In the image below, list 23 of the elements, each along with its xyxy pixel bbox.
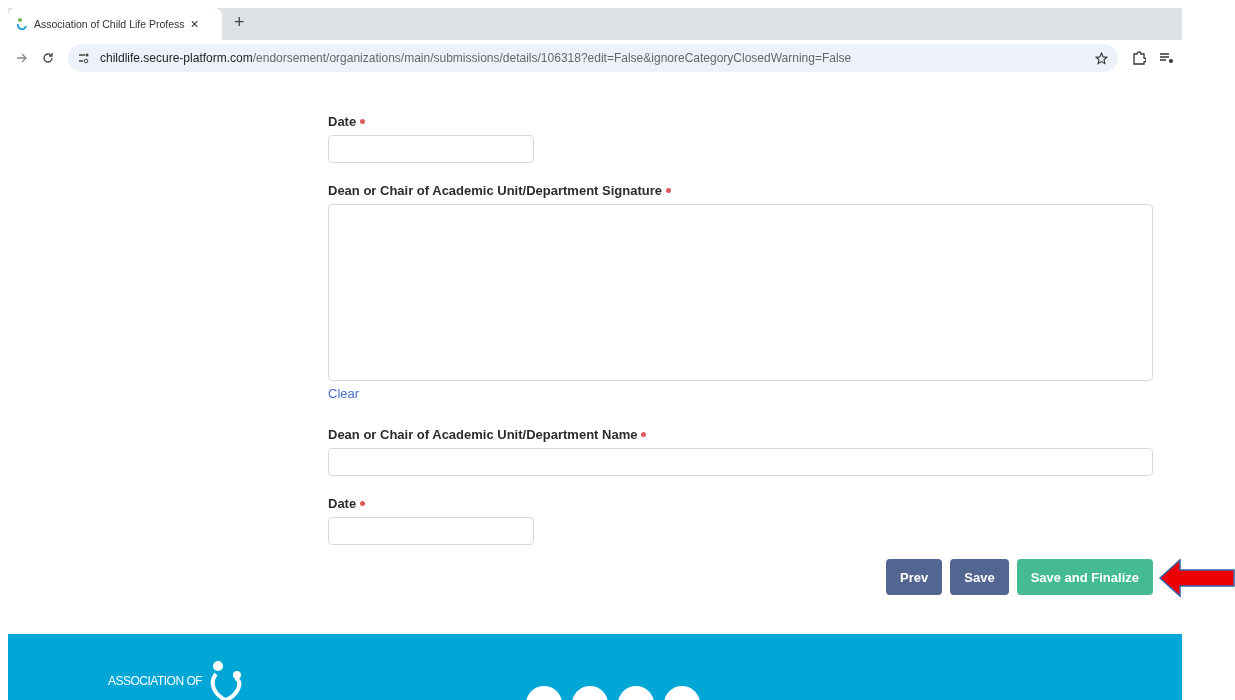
field-label: Date <box>328 114 1153 129</box>
field-label: Dean or Chair of Academic Unit/Department Name <box>328 427 1153 442</box>
puzzle-icon[interactable] <box>1132 51 1146 65</box>
star-icon[interactable] <box>1095 51 1108 65</box>
tab-title: Association of Child Life Profess <box>34 18 185 30</box>
reload-icon[interactable] <box>42 52 54 64</box>
close-icon[interactable]: × <box>190 16 199 32</box>
form-button[interactable]: Prev <box>886 559 943 595</box>
forward-icon[interactable] <box>16 52 28 64</box>
site-icon <box>16 17 28 31</box>
logo-text: ASSOCIATION OF <box>108 674 203 688</box>
browser-tab[interactable]: Association of Child Life Profess × <box>8 8 222 40</box>
date-field[interactable] <box>328 135 534 163</box>
field-label: Dean or Chair of Academic Unit/Department Signature <box>328 183 1153 198</box>
field-label: Date <box>328 496 1153 511</box>
name-field[interactable] <box>328 448 1153 476</box>
clear-link[interactable]: Clear <box>328 386 360 401</box>
arrow-icon <box>1158 558 1235 598</box>
playlist-icon[interactable] <box>1160 52 1174 64</box>
date-field[interactable] <box>328 517 534 545</box>
site-settings-icon[interactable] <box>78 52 90 64</box>
form-button[interactable]: Save <box>950 559 1009 595</box>
new-tab-button[interactable]: + <box>234 12 245 33</box>
